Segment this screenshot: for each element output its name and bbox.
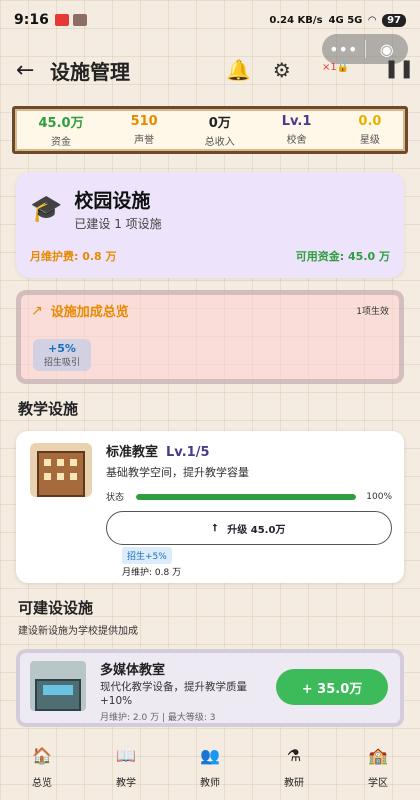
- tab-label: 学区: [368, 778, 388, 789]
- tab-label: 教研: [284, 778, 304, 789]
- gear-icon[interactable]: ⚙: [273, 58, 291, 82]
- summary-title: 校园设施: [74, 190, 151, 212]
- facilities-summary-card: 🎓 校园设施 已建设 1 项设施 月维护费: 0.8 万 可用资金: 45.0 …: [16, 172, 404, 278]
- stat-value: 0.0: [358, 114, 382, 129]
- stat-label: 星级: [359, 135, 380, 146]
- buildable-description: 现代化教学设备，提升教学质量+10%: [100, 681, 247, 707]
- bonus-chip: +5% 招生吸引: [33, 339, 91, 371]
- stat-funds: 45.0万 资金: [39, 112, 84, 148]
- status-progress-bar: [136, 493, 357, 500]
- stat-label: 总收入: [204, 137, 235, 148]
- facility-description: 基础教学空间，提升教学容量: [106, 466, 249, 479]
- stat-reputation: 510 声誉: [131, 114, 158, 146]
- overview-title: 设施加成总览: [50, 305, 129, 320]
- status-progress-fill: [136, 493, 357, 500]
- header-actions: 🔔 ⚙: [226, 40, 291, 100]
- bonus-value: +5%: [48, 342, 76, 355]
- notification-icon: [54, 14, 69, 26]
- bell-icon[interactable]: 🔔: [226, 58, 251, 82]
- bonus-overview-panel: ↗ 设施加成总览 1项生效 +5% 招生吸引: [16, 290, 404, 384]
- teachers-icon: 👥: [200, 746, 220, 765]
- stat-school-level: Lv.1 校舍: [282, 114, 312, 146]
- tab-teaching[interactable]: 📖 教学: [91, 746, 161, 789]
- status-percent: 100%: [366, 491, 392, 502]
- tab-label: 总览: [32, 778, 52, 789]
- header: ← 设施管理 🔔 ⚙ ×1🔒 ❚❚: [0, 40, 420, 100]
- monthly-upkeep: 月维护费: 0.8 万: [30, 250, 117, 263]
- book-notification-icon: [72, 14, 87, 26]
- network-speed: 0.24 KB/s: [269, 14, 323, 26]
- flask-icon: ⚗: [286, 746, 302, 765]
- bonus-label: 招生吸引: [43, 358, 80, 368]
- build-button[interactable]: + 35.0万: [276, 669, 388, 705]
- school-house-icon: 🏠: [32, 746, 52, 765]
- battery-indicator: 97: [382, 13, 406, 27]
- upgrade-button[interactable]: ⭡ 升级 45.0万: [106, 511, 392, 545]
- district-icon: 🏫: [368, 746, 388, 765]
- stat-value: 510: [130, 114, 158, 129]
- status-time: 9:16: [14, 12, 49, 28]
- page-title: 设施管理: [50, 59, 130, 84]
- stat-label: 资金: [51, 137, 72, 148]
- pause-icon[interactable]: ❚❚: [384, 58, 414, 79]
- facility-maintenance: 月维护: 0.8 万: [122, 568, 182, 578]
- buildable-section-subtitle: 建设新设施为学校提供加成: [18, 626, 138, 637]
- classroom-building-image: [30, 443, 92, 497]
- overview-count: 1项生效: [356, 307, 389, 317]
- stat-label: 校舍: [286, 135, 307, 146]
- arrow-left-icon[interactable]: ←: [16, 58, 50, 83]
- buildable-section-title: 可建设设施: [18, 599, 94, 617]
- stat-value: Lv.1: [281, 114, 312, 129]
- tab-district[interactable]: 🏫 学区: [343, 746, 413, 789]
- summary-subtitle: 已建设 1 项设施: [74, 217, 162, 231]
- graduation-cap-icon: 🎓: [30, 194, 63, 224]
- facility-level: Lv.1/5: [166, 445, 210, 460]
- book-icon: 📖: [116, 746, 136, 765]
- stats-bar: 45.0万 资金 510 声誉 0万 总收入 Lv.1 校舍 0.0 星级: [12, 106, 408, 154]
- signal-icon: 4G 5G: [328, 14, 363, 26]
- tab-research[interactable]: ⚗ 教研: [259, 746, 329, 789]
- tab-label: 教学: [116, 778, 136, 789]
- facility-card-standard-classroom: 标准教室 Lv.1/5 基础教学空间，提升教学容量 状态 100% ⭡ 升级 45…: [16, 431, 404, 583]
- buildable-meta: 月维护: 2.0 万 | 最大等级: 3: [100, 713, 216, 723]
- bottom-tab-bar: 🏠 总览 📖 教学 👥 教师 ⚗ 教研 🏫 学区: [0, 740, 420, 800]
- buildable-card-multimedia: 多媒体教室 现代化教学设备，提升教学质量+10% 月维护: 2.0 万 | 最大…: [16, 649, 404, 727]
- trending-up-icon: ↗: [31, 302, 43, 319]
- tab-label: 教师: [200, 778, 220, 789]
- upgrade-label: 升级 45.0万: [227, 524, 286, 536]
- tab-overview[interactable]: 🏠 总览: [7, 746, 77, 789]
- wifi-icon: ◠: [368, 14, 377, 26]
- status-label: 状态: [106, 493, 125, 503]
- facility-name: 标准教室: [106, 445, 159, 460]
- arrow-up-icon: ⭡: [212, 522, 218, 534]
- teaching-section-title: 教学设施: [18, 400, 79, 418]
- stat-value: 0万: [208, 116, 231, 131]
- buildable-name: 多媒体教室: [100, 663, 166, 678]
- available-funds: 可用资金: 45.0 万: [295, 250, 390, 263]
- stat-label: 声誉: [134, 135, 155, 146]
- multimedia-building-image: [30, 661, 86, 711]
- tab-teachers[interactable]: 👥 教师: [175, 746, 245, 789]
- facility-bonus-tag: 招生+5%: [122, 547, 172, 564]
- stat-income: 0万 总收入: [205, 112, 235, 148]
- stat-value: 45.0万: [38, 116, 84, 131]
- header-badge: ×1🔒: [322, 62, 350, 73]
- stat-stars: 0.0 星级: [358, 114, 381, 146]
